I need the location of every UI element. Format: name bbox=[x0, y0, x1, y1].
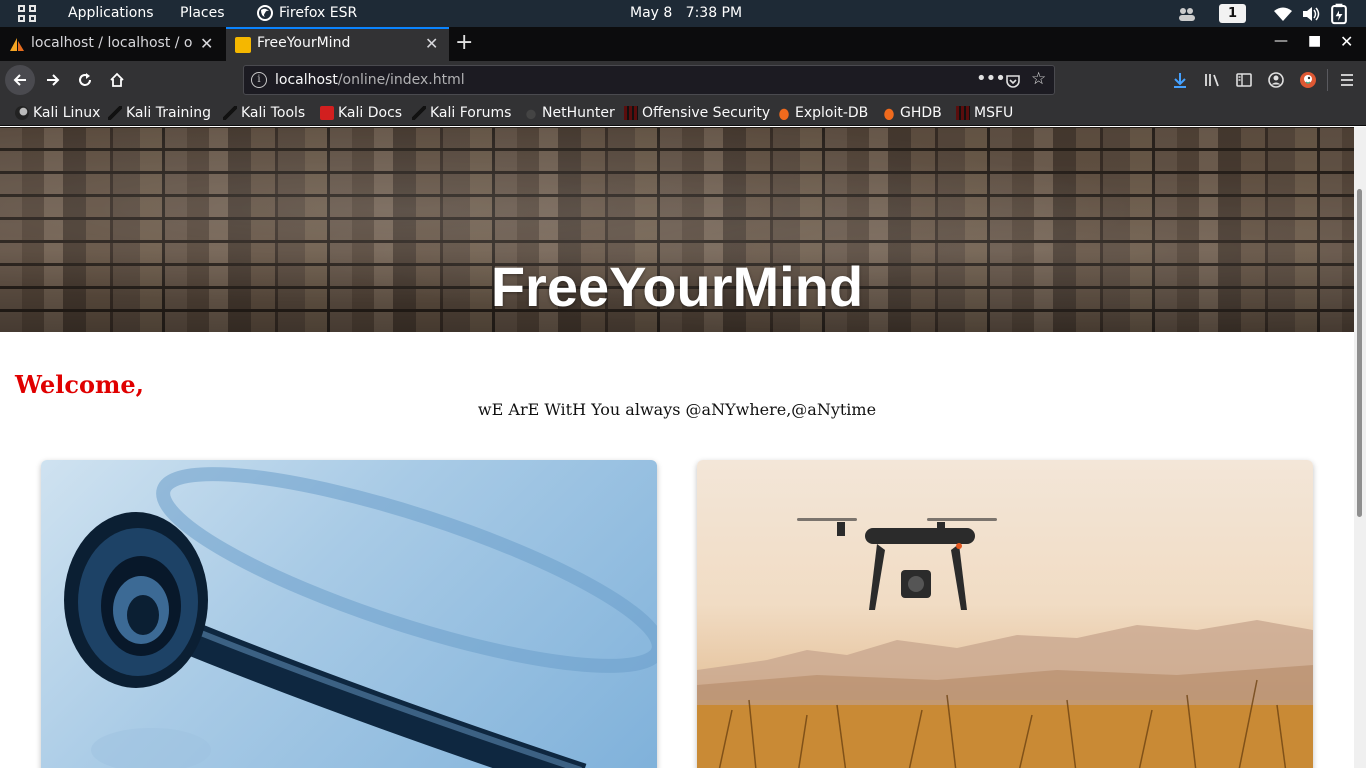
bookmark-nethunter[interactable]: NetHunter bbox=[524, 103, 615, 123]
bookmark-label: Exploit-DB bbox=[795, 105, 869, 121]
clock-date: May 8 bbox=[630, 5, 673, 21]
bookmarks-toolbar: Kali Linux Kali Training Kali Tools Kali… bbox=[0, 100, 1366, 126]
reload-icon bbox=[79, 73, 91, 86]
page-scrollbar[interactable] bbox=[1354, 127, 1366, 768]
bookmark-label: NetHunter bbox=[542, 105, 615, 121]
sidebar-icon[interactable] bbox=[1235, 71, 1253, 89]
kali-dragon-icon bbox=[223, 106, 237, 120]
people-icon[interactable] bbox=[1178, 3, 1196, 25]
home-button[interactable] bbox=[102, 65, 132, 95]
web-page: FreeYourMind Welcome, wE ArE WitH You al… bbox=[0, 127, 1354, 768]
forward-arrow-icon bbox=[47, 74, 60, 86]
kali-dragon-icon bbox=[412, 106, 426, 120]
workspace-indicator[interactable]: 1 bbox=[1219, 4, 1246, 23]
forward-button[interactable] bbox=[38, 65, 68, 95]
navigation-toolbar: i localhost/online/index.html ••• ☆ bbox=[0, 61, 1366, 100]
close-tab-icon[interactable]: ✕ bbox=[425, 34, 438, 53]
url-text[interactable]: localhost/online/index.html bbox=[275, 72, 465, 88]
kali-docs-icon bbox=[320, 106, 334, 120]
tab-title: localhost / localhost / onli bbox=[31, 35, 193, 51]
toolbar-separator bbox=[1327, 69, 1328, 91]
apps-grid-icon[interactable] bbox=[18, 5, 38, 23]
offsec-icon bbox=[624, 106, 638, 120]
bookmark-msfu[interactable]: MSFU bbox=[956, 103, 1013, 123]
system-top-panel: Applications Places Firefox ESR May 8 7:… bbox=[0, 0, 1366, 27]
bookmark-star-icon[interactable]: ☆ bbox=[1031, 69, 1046, 89]
back-arrow-icon bbox=[13, 74, 26, 86]
applications-menu[interactable]: Applications bbox=[68, 5, 154, 21]
account-icon[interactable] bbox=[1267, 71, 1285, 89]
wifi-icon[interactable] bbox=[1273, 3, 1293, 25]
home-icon bbox=[110, 72, 124, 87]
downloads-icon[interactable] bbox=[1171, 71, 1189, 89]
hero-banner: FreeYourMind bbox=[0, 127, 1354, 332]
kali-dragon-icon bbox=[108, 106, 122, 120]
tab-freeyourmind[interactable]: FreeYourMind ✕ bbox=[226, 27, 449, 61]
tab-phpmyadmin[interactable]: localhost / localhost / onli ✕ bbox=[0, 27, 226, 61]
back-button[interactable] bbox=[5, 65, 35, 95]
bookmark-kali-forums[interactable]: Kali Forums bbox=[412, 103, 511, 123]
clock-time: 7:38 PM bbox=[685, 5, 743, 21]
exploitdb-icon bbox=[777, 106, 791, 120]
bookmark-kali-tools[interactable]: Kali Tools bbox=[223, 103, 305, 123]
drone-image bbox=[697, 518, 1313, 768]
firefox-icon bbox=[257, 5, 273, 21]
pocket-icon[interactable] bbox=[1005, 73, 1021, 89]
bookmark-label: Kali Tools bbox=[241, 105, 306, 121]
page-favicon-icon bbox=[235, 37, 251, 53]
page-actions-icon[interactable]: ••• bbox=[976, 68, 1006, 89]
tab-title: FreeYourMind bbox=[257, 35, 351, 51]
scrollbar-thumb[interactable] bbox=[1357, 189, 1362, 517]
url-bar[interactable]: i localhost/online/index.html ••• ☆ bbox=[243, 65, 1055, 95]
bookmark-offensive-security[interactable]: Offensive Security bbox=[624, 103, 770, 123]
minimize-window-icon[interactable]: — bbox=[1274, 33, 1288, 49]
bookmark-label: MSFU bbox=[974, 105, 1014, 121]
bookmark-kali-linux[interactable]: Kali Linux bbox=[15, 103, 100, 123]
drone-card[interactable] bbox=[697, 460, 1313, 768]
url-host: localhost bbox=[275, 72, 338, 88]
battery-icon[interactable] bbox=[1331, 3, 1347, 25]
phpmyadmin-sail-icon bbox=[10, 38, 24, 51]
stethoscope-card[interactable] bbox=[41, 460, 657, 768]
active-app-label: Firefox ESR bbox=[279, 5, 358, 21]
bookmark-label: Kali Linux bbox=[33, 105, 101, 121]
welcome-heading: Welcome, bbox=[15, 370, 145, 399]
volume-icon[interactable] bbox=[1301, 3, 1321, 25]
offsec-icon bbox=[956, 106, 970, 120]
bookmark-kali-docs[interactable]: Kali Docs bbox=[320, 103, 402, 123]
bookmark-label: Kali Docs bbox=[338, 105, 403, 121]
clock[interactable]: May 8 7:38 PM bbox=[630, 5, 742, 21]
bookmark-label: Offensive Security bbox=[642, 105, 771, 121]
library-icon[interactable] bbox=[1203, 71, 1221, 89]
exploitdb-icon bbox=[882, 106, 896, 120]
bookmark-label: GHDB bbox=[900, 105, 942, 121]
kali-dragon-icon bbox=[15, 106, 29, 120]
url-path: /online/index.html bbox=[337, 72, 465, 88]
close-tab-icon[interactable]: ✕ bbox=[200, 34, 213, 53]
site-info-icon[interactable]: i bbox=[251, 72, 267, 88]
site-title: FreeYourMind bbox=[490, 255, 864, 318]
bookmark-label: Kali Training bbox=[126, 105, 211, 121]
duckduckgo-icon[interactable] bbox=[1299, 71, 1317, 89]
tagline: wE ArE WitH You always @aNYwhere,@aNytim… bbox=[477, 400, 877, 419]
nethunter-icon bbox=[524, 106, 538, 120]
places-menu[interactable]: Places bbox=[180, 5, 225, 21]
reload-button[interactable] bbox=[70, 65, 100, 95]
new-tab-button[interactable]: + bbox=[455, 31, 473, 55]
bookmark-exploit-db[interactable]: Exploit-DB bbox=[777, 103, 868, 123]
bookmark-ghdb[interactable]: GHDB bbox=[882, 103, 942, 123]
active-app-menu[interactable]: Firefox ESR bbox=[257, 5, 357, 21]
maximize-window-icon[interactable]: ■ bbox=[1308, 33, 1321, 49]
hamburger-menu-icon[interactable] bbox=[1338, 71, 1356, 89]
tab-strip: localhost / localhost / onli ✕ FreeYourM… bbox=[0, 27, 1366, 61]
bookmark-label: Kali Forums bbox=[430, 105, 512, 121]
close-window-icon[interactable]: ✕ bbox=[1340, 32, 1353, 51]
bookmark-kali-training[interactable]: Kali Training bbox=[108, 103, 211, 123]
stethoscope-image bbox=[64, 467, 657, 768]
